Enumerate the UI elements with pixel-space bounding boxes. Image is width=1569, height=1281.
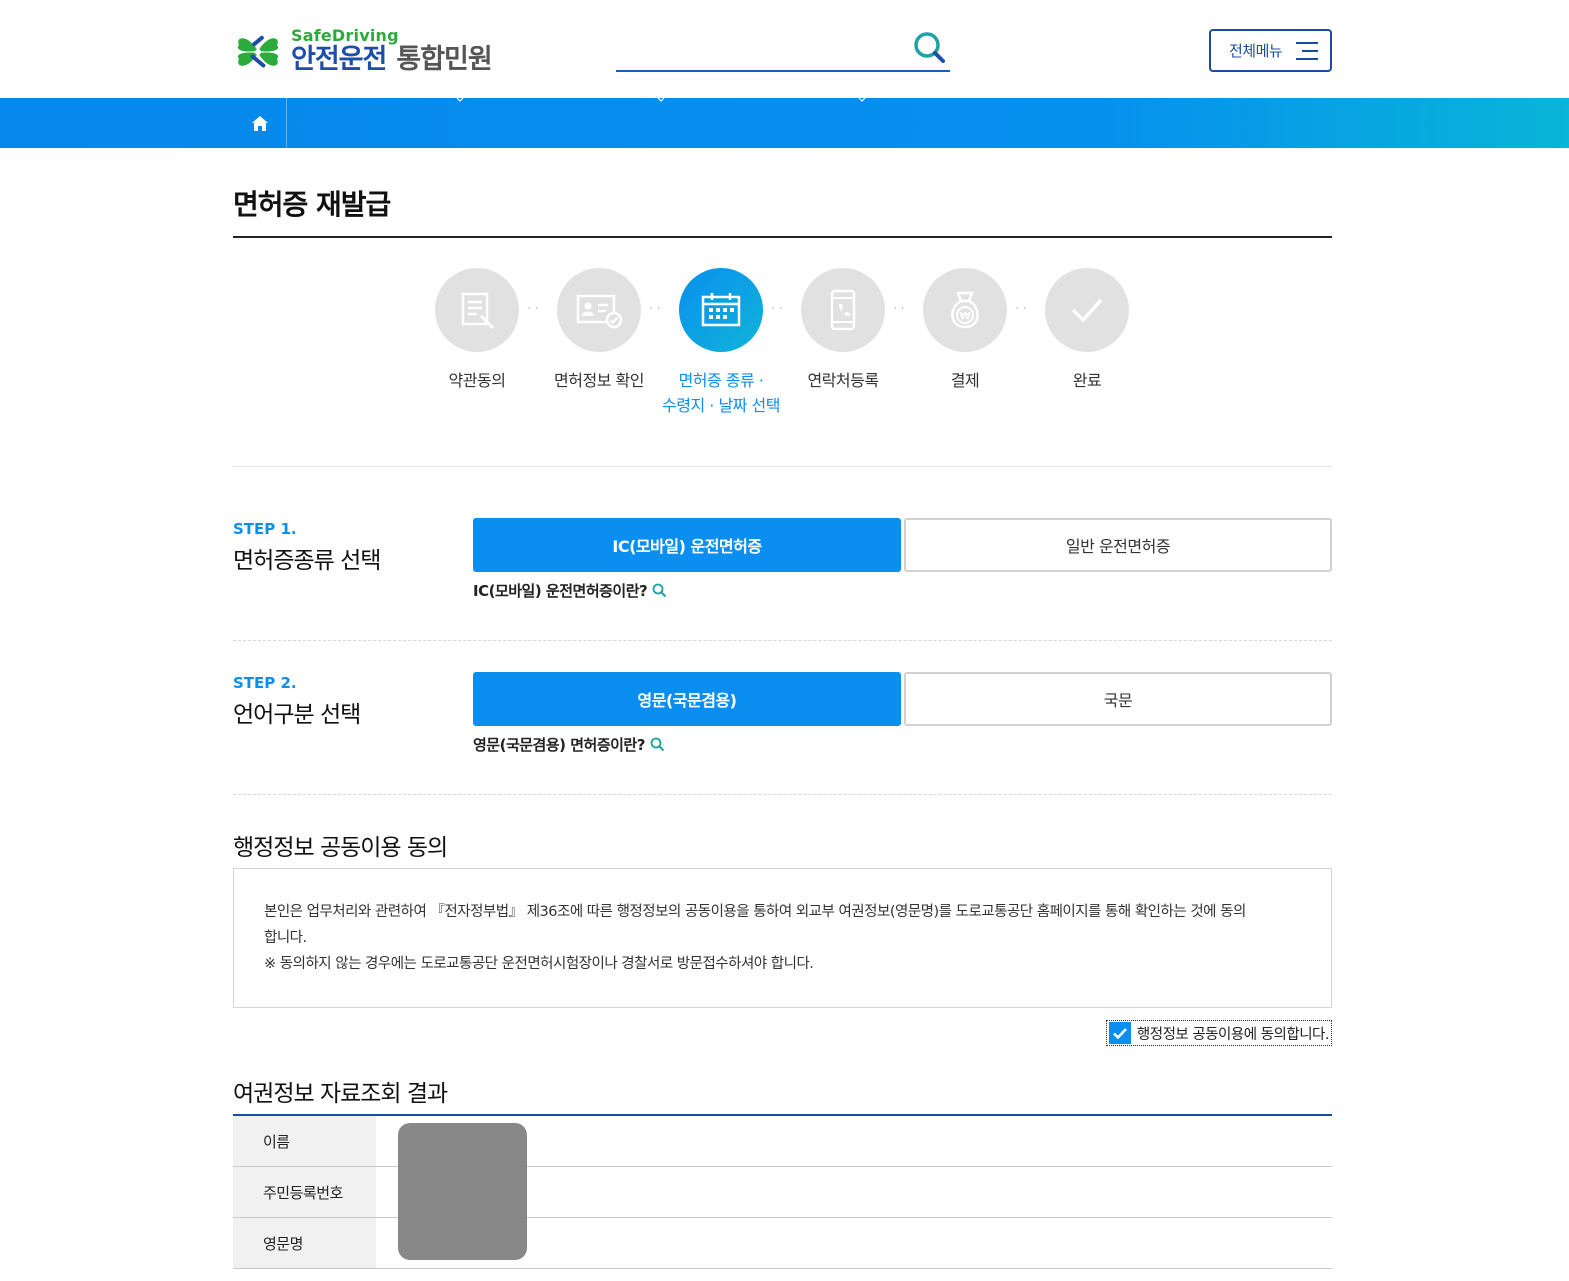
- checkmark-icon: [1071, 298, 1103, 323]
- agreement-title: 행정정보 공동이용 동의: [233, 835, 448, 861]
- logo-title-secondary: 통합민원: [396, 44, 492, 75]
- section-divider: [233, 794, 1332, 795]
- row-label-english-name: 영문명: [233, 1218, 376, 1268]
- logo-subtitle: SafeDriving: [291, 26, 399, 45]
- title-divider: [233, 236, 1332, 238]
- row-label-name: 이름: [233, 1116, 376, 1166]
- page-title: 면허증 재발급: [233, 188, 391, 221]
- home-button[interactable]: [233, 98, 287, 148]
- hamburger-icon: [1296, 42, 1318, 60]
- step-6-circle: [1045, 268, 1129, 352]
- agreement-text-line1: 본인은 업무처리와 관련하여 『전자정부법』 제36조에 따른 행정정보의 공동…: [264, 904, 1246, 920]
- english-korean-button[interactable]: 영문(국문겸용): [473, 672, 901, 726]
- step-4-circle: [801, 268, 885, 352]
- step-3-circle: [679, 268, 763, 352]
- home-icon: [251, 115, 268, 131]
- row-label-rrn: 주민등록번호: [233, 1167, 376, 1217]
- agreement-notice: ※ 동의하지 않는 경우에는 도로교통공단 운전면허시험장이나 경찰서로 방문접…: [264, 956, 814, 972]
- main-navbar: [0, 98, 1569, 148]
- passport-result-title: 여권정보 자료조회 결과: [233, 1081, 448, 1107]
- step-3-label-line2: 수령지 · 날짜 선택: [662, 396, 780, 415]
- all-menu-label: 전체메뉴: [1229, 42, 1283, 60]
- all-menu-button[interactable]: 전체메뉴: [1209, 29, 1332, 72]
- logo-title: 안전운전: [291, 44, 387, 75]
- document-pen-icon: [461, 292, 495, 330]
- step-5-circle: ₩: [923, 268, 1007, 352]
- section-divider: [233, 466, 1332, 467]
- nav-chevron-icon: [456, 98, 464, 102]
- phone-icon: [830, 289, 856, 331]
- nav-chevron-icon: [657, 98, 665, 102]
- search-icon: [650, 737, 665, 752]
- korean-only-button[interactable]: 국문: [904, 672, 1332, 726]
- search-icon: [652, 583, 667, 598]
- step2-heading: 언어구분 선택: [233, 702, 361, 728]
- agreement-text-line2: 합니다.: [264, 930, 307, 946]
- ic-license-help-link[interactable]: IC(모바일) 운전면허증이란?: [473, 580, 667, 601]
- step-2-circle: [557, 268, 641, 352]
- regular-license-button[interactable]: 일반 운전면허증: [904, 518, 1332, 572]
- step-1-circle: [435, 268, 519, 352]
- ic-mobile-license-button[interactable]: IC(모바일) 운전면허증: [473, 518, 901, 572]
- site-logo[interactable]: SafeDriving 안전운전 통합민원: [233, 26, 493, 76]
- calendar-icon: [701, 293, 741, 327]
- step1-heading: 면허증종류 선택: [233, 548, 381, 574]
- step1-tag: STEP 1.: [233, 520, 297, 538]
- site-header: SafeDriving 안전운전 통합민원 전체메뉴: [0, 0, 1569, 98]
- english-license-help-label: 영문(국문겸용) 면허증이란?: [473, 736, 645, 754]
- agreement-checkbox-label: 행정정보 공동이용에 동의합니다.: [1136, 1026, 1330, 1043]
- step-6-label: 완료: [1072, 371, 1102, 390]
- search-input[interactable]: [616, 28, 950, 72]
- redacted-personal-info: [398, 1123, 527, 1260]
- ic-license-help-label: IC(모바일) 운전면허증이란?: [473, 582, 648, 600]
- search-icon[interactable]: [912, 30, 946, 64]
- checkbox-checked-icon[interactable]: [1108, 1022, 1131, 1044]
- agreement-box: 본인은 업무처리와 관련하여 『전자정부법』 제36조에 따른 행정정보의 공동…: [233, 868, 1332, 1008]
- clover-logo-icon: [233, 29, 283, 75]
- agreement-checkbox[interactable]: 행정정보 공동이용에 동의합니다.: [1105, 1020, 1332, 1046]
- english-license-help-link[interactable]: 영문(국문겸용) 면허증이란?: [473, 734, 665, 755]
- nav-chevron-icon: [858, 98, 866, 102]
- svg-text:₩: ₩: [959, 311, 970, 322]
- won-bag-icon: ₩: [951, 291, 979, 329]
- step2-tag: STEP 2.: [233, 674, 297, 692]
- license-card-check-icon: [576, 294, 623, 329]
- section-divider: [233, 640, 1332, 641]
